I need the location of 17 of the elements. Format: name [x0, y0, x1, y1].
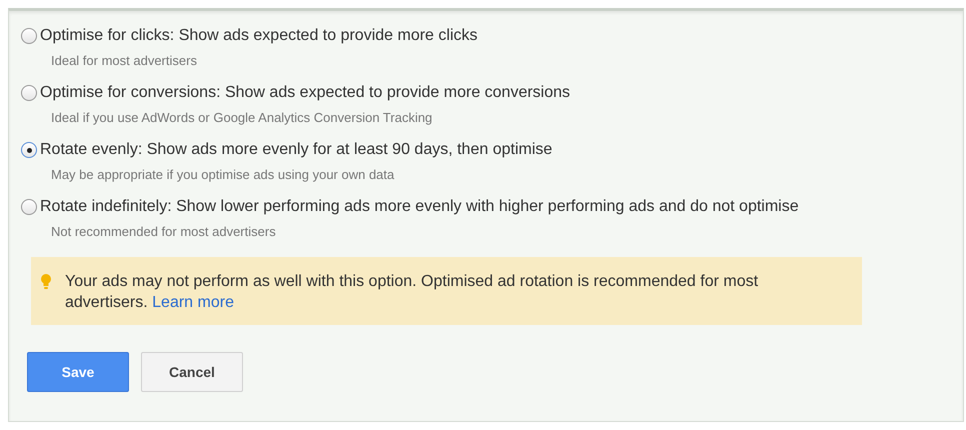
- learn-more-link[interactable]: Learn more: [152, 294, 234, 311]
- radio-button[interactable]: [21, 199, 37, 215]
- option-label: Rotate evenly: Show ads more evenly for at least 90 days, then optimise: [40, 141, 552, 159]
- radio-button[interactable]: [21, 85, 37, 101]
- radio-button[interactable]: [21, 142, 37, 158]
- option-hint: Ideal if you use AdWords or Google Analytics Conversion Tracking: [51, 110, 434, 125]
- lightbulb-icon: [41, 274, 51, 290]
- option-label: Optimise for clicks: Show ads expected to provide more clicks: [40, 27, 478, 45]
- radio-button[interactable]: [21, 28, 37, 44]
- option-label: Optimise for conversions: Show ads expected to provide more conversions: [40, 84, 570, 102]
- option-hint: Not recommended for most advertisers: [51, 224, 277, 239]
- option-hint: May be appropriate if you optimise ads using your own data: [51, 167, 396, 182]
- action-button[interactable]: Cancel: [141, 352, 243, 392]
- warning-text: Your ads may not perform as well with this option. Optimised ad rotation is recommended for most advertisers. Learn more: [65, 272, 760, 313]
- option-label: Rotate indefinitely: Show lower performing ads more evenly with higher performing ads and do not optimise: [40, 198, 799, 216]
- action-button[interactable]: Save: [27, 352, 129, 392]
- option-hint: Ideal for most advertisers: [51, 53, 198, 68]
